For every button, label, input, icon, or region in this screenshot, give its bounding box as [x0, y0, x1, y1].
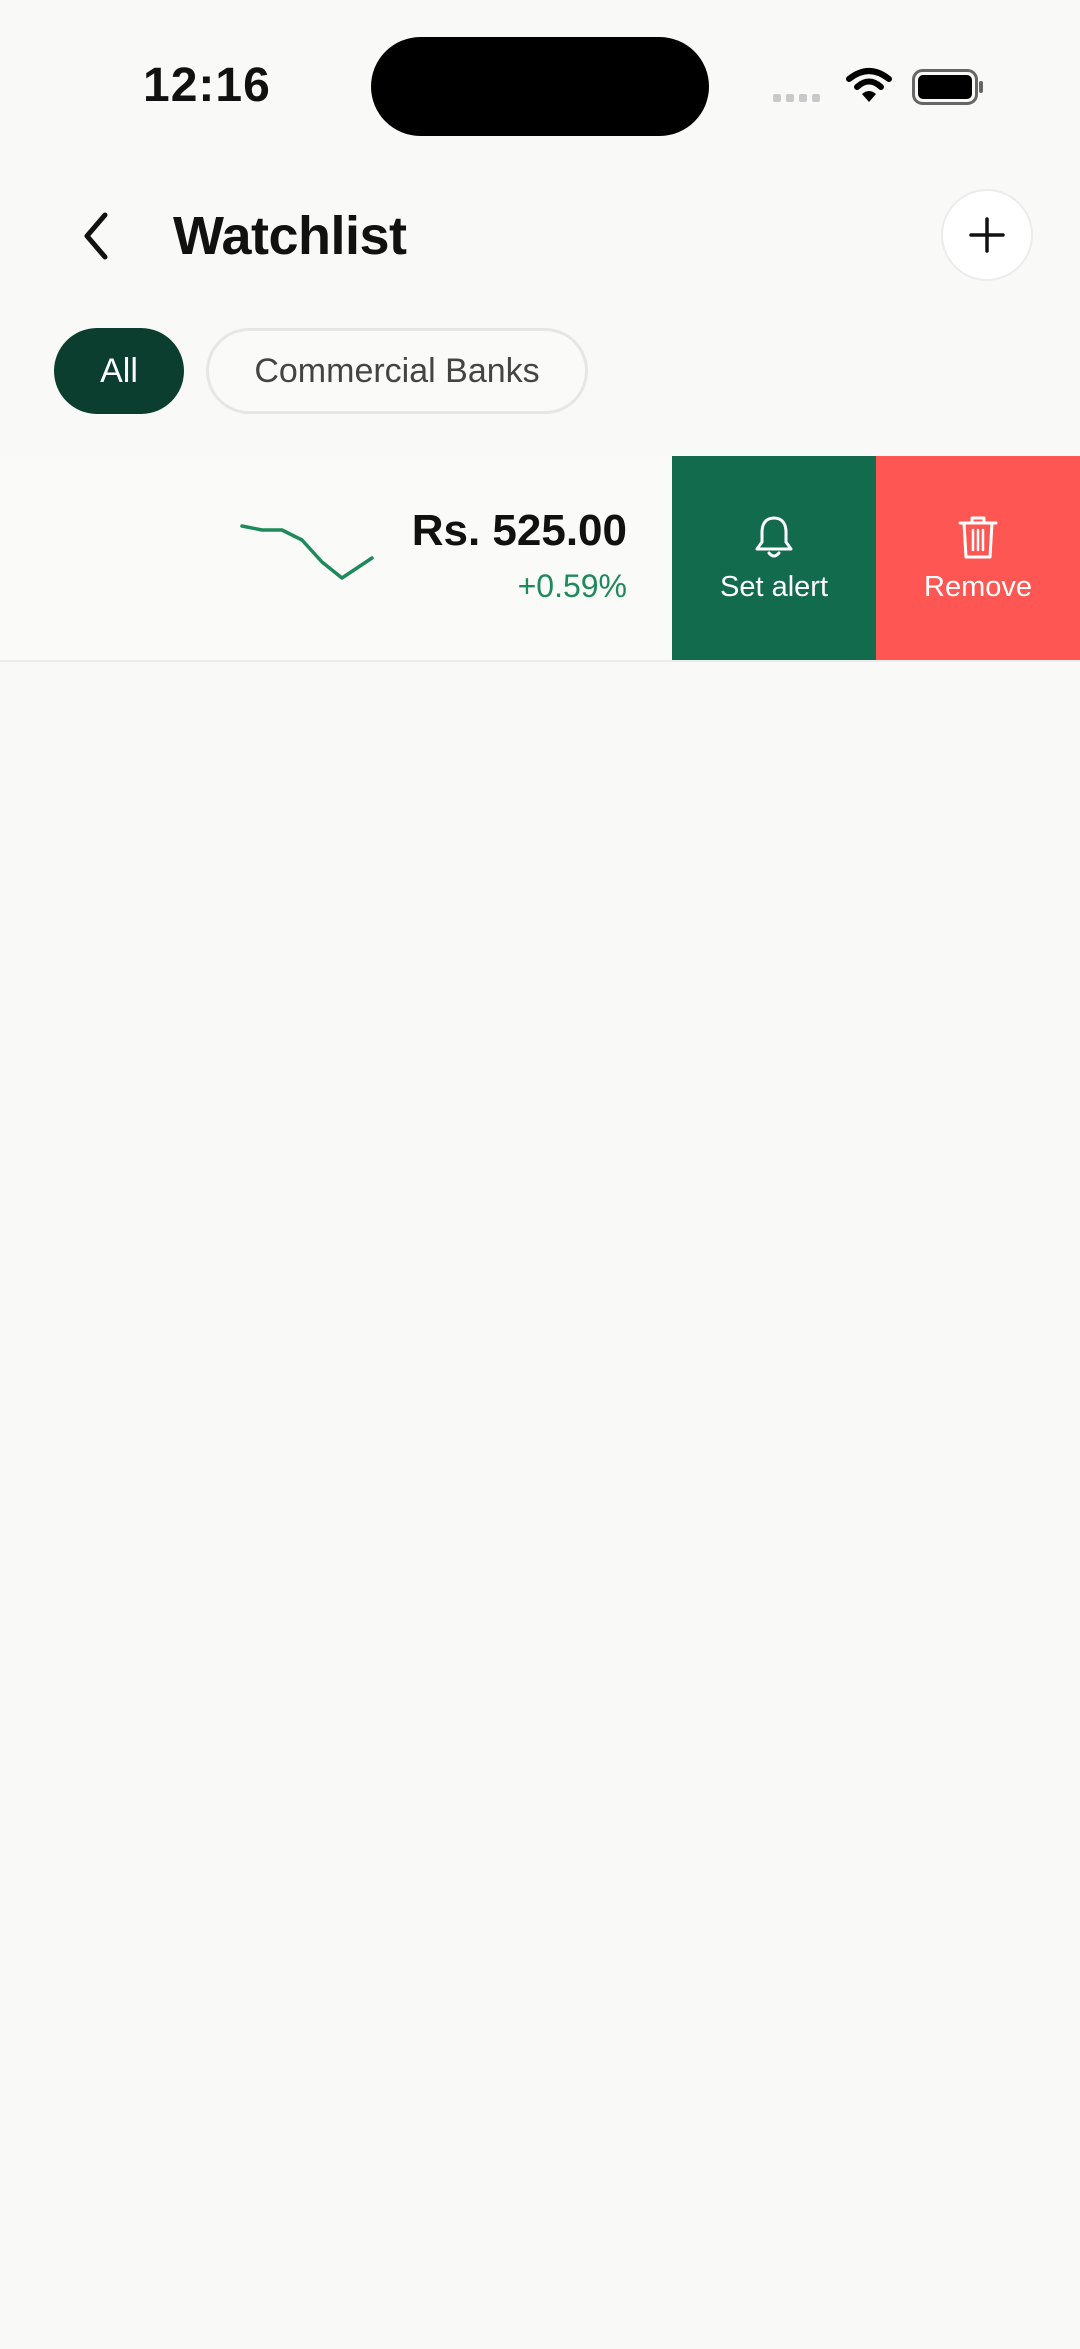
header: Watchlist	[0, 180, 1080, 300]
back-button[interactable]	[66, 206, 126, 266]
filter-chip-commercial-banks[interactable]: Commercial Banks	[206, 328, 588, 414]
bell-icon	[755, 516, 793, 557]
add-button[interactable]	[941, 189, 1033, 281]
dynamic-island	[371, 37, 709, 136]
filter-chip-all[interactable]: All	[54, 328, 184, 414]
wifi-icon	[846, 68, 892, 102]
cellular-icon	[773, 94, 820, 102]
stock-price: Rs. 525.00	[411, 506, 627, 555]
price-change: +0.59%	[517, 568, 627, 604]
watchlist-row[interactable]: Rs. 525.00 +0.59% Set alert Remove	[0, 456, 1080, 662]
remove-label: Remove	[924, 570, 1032, 603]
set-alert-button[interactable]: Set alert	[672, 456, 876, 660]
status-bar: 12:16	[0, 0, 1080, 150]
price-sparkline	[240, 524, 374, 580]
back-arrow-icon	[84, 212, 108, 260]
battery-icon	[912, 69, 983, 105]
remove-button[interactable]: Remove	[876, 456, 1080, 660]
set-alert-label: Set alert	[720, 570, 828, 603]
status-time: 12:16	[143, 59, 271, 112]
page-title: Watchlist	[173, 206, 407, 266]
filter-chips: All Commercial Banks	[54, 328, 588, 414]
trash-icon	[958, 516, 998, 558]
plus-icon	[969, 217, 1005, 253]
